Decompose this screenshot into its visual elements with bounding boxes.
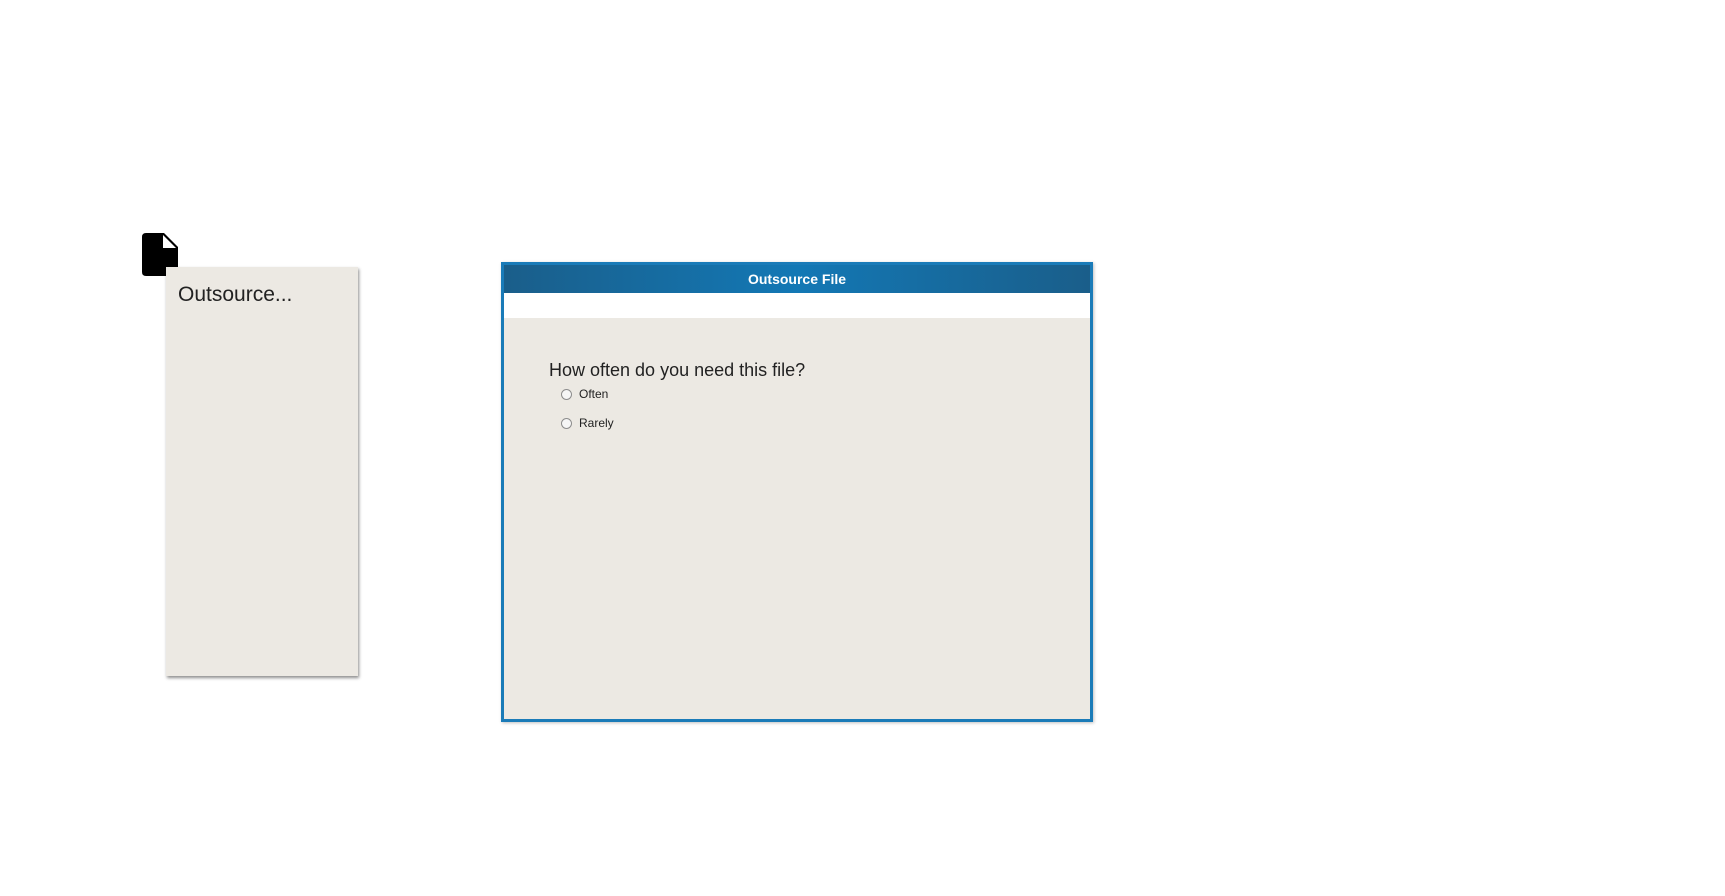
dialog-title[interactable]: Outsource File <box>504 265 1090 293</box>
often-radio[interactable] <box>561 388 572 400</box>
frequency-question: How often do you need this file? <box>549 360 806 380</box>
often-label: Often <box>579 387 609 401</box>
dialog-body: How often do you need this file? Often R… <box>504 318 1090 719</box>
rarely-radio[interactable] <box>561 417 572 429</box>
rarely-label: Rarely <box>579 416 614 430</box>
side-panel-title: Outsource... <box>178 283 293 306</box>
option-often[interactable]: Often <box>561 387 608 401</box>
option-rarely[interactable]: Rarely <box>561 416 614 430</box>
outsource-file-dialog: Outsource File How often do you need thi… <box>501 262 1093 722</box>
outsource-side-panel[interactable]: Outsource... <box>166 267 358 676</box>
dialog-toolbar <box>504 293 1090 318</box>
